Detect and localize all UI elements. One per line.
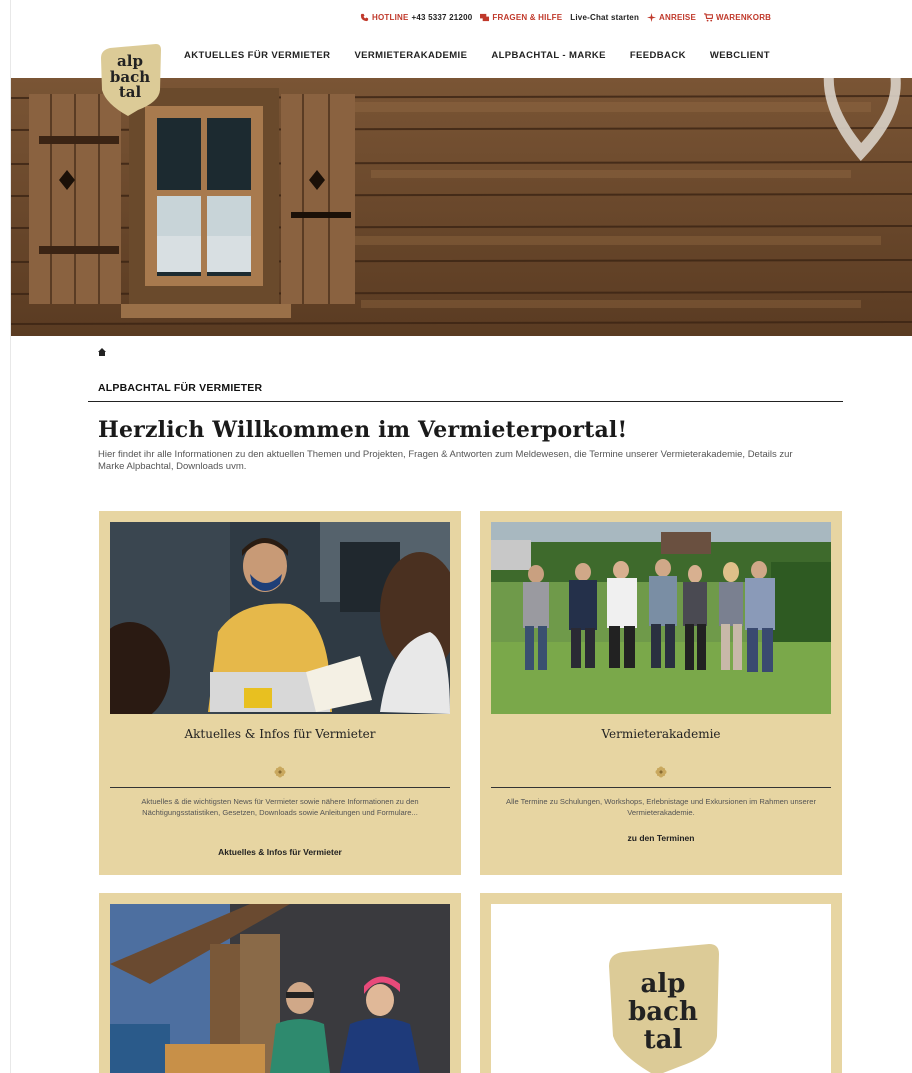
- edelweiss-icon: [274, 766, 286, 778]
- panel-logo-bach: bach: [628, 997, 698, 1027]
- card-link-termine[interactable]: zu den Terminen: [480, 833, 842, 843]
- section-divider: [88, 401, 843, 402]
- card-photo-group: [491, 522, 831, 714]
- faq-label: FRAGEN & HILFE: [492, 12, 563, 22]
- cart-link[interactable]: WARENKORB: [704, 13, 771, 22]
- section-label: ALPBACHTAL FÜR VERMIETER: [98, 382, 263, 394]
- card-photo-meeting: [110, 522, 450, 714]
- panel-logo-alp: alp: [641, 969, 686, 999]
- card-title: Aktuelles & Infos für Vermieter: [184, 727, 376, 741]
- main-nav: AKTUELLES FÜR VERMIETER VERMIETERAKADEMI…: [184, 50, 770, 68]
- welcome-text: Hier findet ihr alle Informationen zu de…: [98, 449, 793, 472]
- card-photo-terrace: [110, 904, 450, 1073]
- faq-link[interactable]: FRAGEN & HILFE: [480, 13, 562, 22]
- card-description: Aktuelles & die wichtigsten News für Ver…: [141, 797, 419, 817]
- chat-bubble-icon: [480, 13, 490, 21]
- nav-item-webclient[interactable]: WEBCLIENT: [710, 50, 770, 68]
- card-aktuelles[interactable]: Aktuelles & Infos für Vermieter Aktuelle…: [99, 511, 461, 875]
- nav-item-marke[interactable]: ALPBACHTAL - MARKE: [491, 50, 606, 68]
- card-logo-panel: alp bach tal: [491, 904, 831, 1073]
- card-vermieterakademie[interactable]: Vermieterakademie Alle Termine zu Schulu…: [480, 511, 842, 875]
- live-chat-link[interactable]: Live-Chat starten: [570, 13, 639, 22]
- card-terrace[interactable]: [99, 893, 461, 1073]
- cart-label: WARENKORB: [716, 12, 772, 22]
- hero-image: [11, 78, 912, 336]
- card-divider: [110, 787, 450, 788]
- home-icon[interactable]: [98, 348, 106, 356]
- card-title: Vermieterakademie: [601, 727, 721, 741]
- utility-bar: HOTLINE +43 5337 21200 FRAGEN & HILFE Li…: [360, 9, 844, 25]
- hotline-link[interactable]: HOTLINE +43 5337 21200: [360, 13, 472, 22]
- arrival-link[interactable]: ANREISE: [647, 12, 697, 22]
- nav-item-aktuelles[interactable]: AKTUELLES FÜR VERMIETER: [184, 50, 330, 68]
- card-divider: [491, 787, 831, 788]
- hero-wooden-wall: [11, 78, 912, 336]
- arrival-label: ANREISE: [659, 12, 697, 22]
- hotline-label: HOTLINE: [372, 12, 409, 22]
- cart-icon: [704, 12, 714, 22]
- card-marke[interactable]: alp bach tal: [480, 893, 842, 1073]
- plane-icon: [647, 12, 657, 22]
- nav-item-feedback[interactable]: FEEDBACK: [630, 50, 686, 68]
- live-chat-label: Live-Chat starten: [570, 12, 640, 22]
- welcome-title: Herzlich Willkommen im Vermieterportal!: [98, 417, 628, 443]
- phone-icon: [360, 13, 369, 21]
- edelweiss-icon: [655, 766, 667, 778]
- hotline-number: +43 5337 21200: [411, 12, 473, 22]
- card-description: Alle Termine zu Schulungen, Workshops, E…: [506, 797, 816, 817]
- nav-item-vermieterakademie[interactable]: VERMIETERAKADEMIE: [354, 50, 467, 68]
- alpbachtal-logo[interactable]: alp bach tal: [98, 44, 162, 116]
- panel-logo-tal: tal: [644, 1025, 683, 1055]
- logo-text-tal: tal: [119, 83, 142, 101]
- card-link-aktuelles[interactable]: Aktuelles & Infos für Vermieter: [99, 847, 461, 857]
